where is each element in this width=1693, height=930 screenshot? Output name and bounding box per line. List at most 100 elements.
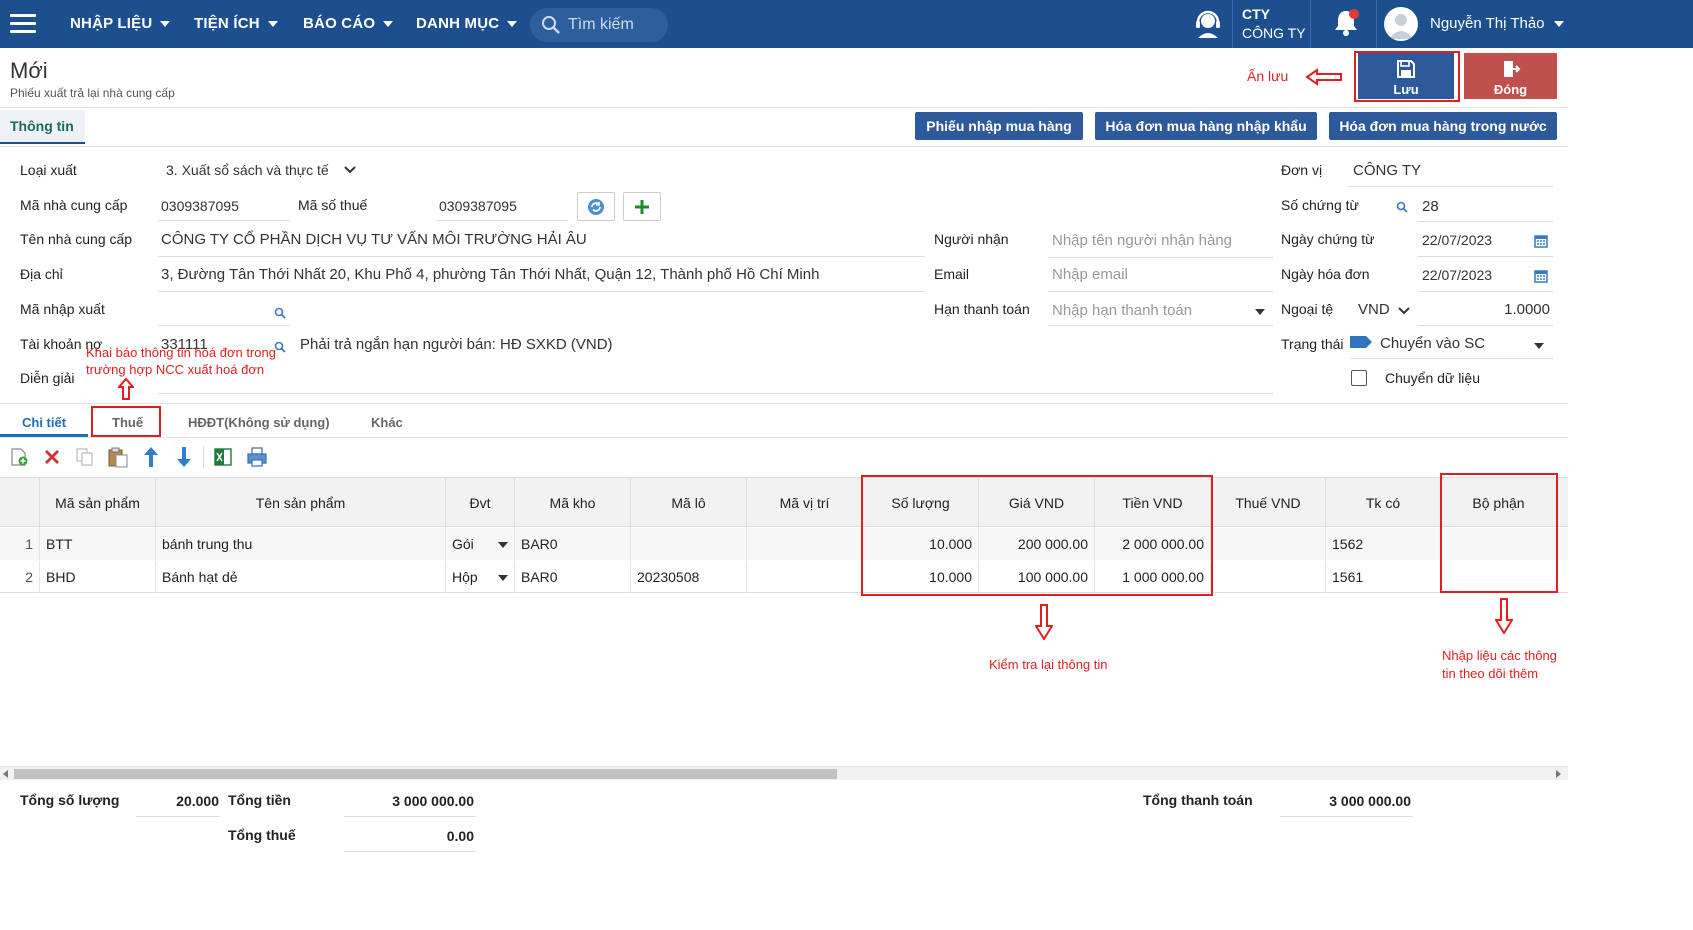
grid-header: Mã sản phẩm Tên sản phẩm Đvt Mã kho Mã l… <box>0 477 1568 528</box>
excel-icon[interactable] <box>213 447 233 467</box>
cell-ma-vi-tri[interactable] <box>747 528 863 560</box>
chevron-down-icon <box>383 21 394 28</box>
cell-ma-vi-tri[interactable] <box>747 561 863 593</box>
col-header-tk-co[interactable]: Tk có <box>1326 478 1441 528</box>
cell-dvt[interactable]: Hộp <box>446 561 515 593</box>
cell-tk-co[interactable]: 1562 <box>1326 528 1441 560</box>
company-name[interactable]: CÔNG TY <box>1242 25 1306 41</box>
close-button-label: Đóng <box>1493 82 1528 97</box>
ngay-hoa-don-input[interactable]: 22/07/2023 <box>1422 267 1492 283</box>
phieu-nhap-mua-hang-button[interactable]: Phiếu nhập mua hàng <box>915 112 1083 140</box>
ngay-chung-tu-input[interactable]: 22/07/2023 <box>1422 232 1492 248</box>
add-row-icon[interactable] <box>9 447 29 467</box>
annotation-check-note: Kiểm tra lại thông tin <box>989 657 1108 672</box>
col-header-thue-vnd[interactable]: Thuế VND <box>1211 478 1326 528</box>
tab-chi-tiet[interactable]: Chi tiết <box>22 415 66 430</box>
page-subtitle: Phiếu xuất trả lại nhà cung cấp <box>10 86 175 100</box>
add-supplier-button[interactable] <box>623 192 661 221</box>
calendar-icon[interactable] <box>1534 234 1548 248</box>
annotation-arrow-down-icon <box>1495 598 1513 634</box>
table-row[interactable]: 1 BTT bánh trung thu Gói BAR0 10.000 200… <box>0 528 1568 560</box>
user-menu[interactable]: Nguyễn Thị Thảo <box>1430 15 1564 32</box>
nav-menu-bao-cao[interactable]: BÁO CÁO <box>303 15 394 32</box>
nguoi-nhan-label: Người nhận <box>934 231 1009 247</box>
status-tag-icon <box>1350 336 1372 348</box>
tab-thong-tin[interactable]: Thông tin <box>0 110 85 144</box>
annotation-thue-note: Khai báo thông tin hoá đơn trong trường … <box>86 345 276 377</box>
tab-khac[interactable]: Khác <box>371 415 403 430</box>
cell-ma-lo[interactable] <box>631 528 747 560</box>
nav-menu-danh-muc[interactable]: DANH MỤC <box>416 15 518 32</box>
ty-gia-input[interactable]: 1.0000 <box>1422 301 1550 318</box>
chuyen-du-lieu-checkbox[interactable] <box>1351 370 1367 386</box>
tong-thue-value: 0.00 <box>446 828 474 844</box>
col-header-ma-kho[interactable]: Mã kho <box>515 478 631 528</box>
ma-ncc-input[interactable]: 0309387095 <box>161 198 239 214</box>
calendar-icon[interactable] <box>1534 269 1548 283</box>
cell-ma-san-pham[interactable]: BTT <box>40 528 156 560</box>
hoa-don-trong-nuoc-button[interactable]: Hóa đơn mua hàng trong nước <box>1329 112 1557 140</box>
cell-ma-kho[interactable]: BAR0 <box>515 561 631 593</box>
annotation-highlight-thue <box>91 406 161 437</box>
so-chung-tu-label: Số chứng từ <box>1281 197 1359 213</box>
col-header-ten-san-pham[interactable]: Tên sản phẩm <box>156 478 446 528</box>
copy-icon[interactable] <box>75 447 95 467</box>
tab-hddt[interactable]: HĐĐT(Không sử dụng) <box>188 415 330 430</box>
search-input[interactable] <box>568 16 663 34</box>
col-header-dvt[interactable]: Đvt <box>446 478 515 528</box>
cell-ma-lo[interactable]: 20230508 <box>631 561 747 593</box>
scroll-left-icon[interactable] <box>3 770 8 778</box>
hamburger-menu-icon[interactable] <box>10 14 36 34</box>
han-thanh-toan-select[interactable]: Nhập hạn thanh toán <box>1048 298 1273 326</box>
cell-ma-kho[interactable]: BAR0 <box>515 528 631 560</box>
move-up-icon[interactable] <box>142 446 160 468</box>
tong-thanh-toan-label: Tổng thanh toán <box>1143 792 1253 808</box>
avatar[interactable] <box>1384 7 1418 41</box>
cell-thue-vnd[interactable] <box>1211 528 1326 560</box>
move-down-icon[interactable] <box>175 446 193 468</box>
ma-so-thue-label: Mã số thuế <box>298 197 368 213</box>
chevron-down-icon <box>507 21 518 28</box>
col-header-ma-vi-tri[interactable]: Mã vị trí <box>747 478 863 528</box>
scrollbar-thumb[interactable] <box>14 769 837 779</box>
bell-icon[interactable] <box>1330 8 1362 38</box>
cell-thue-vnd[interactable] <box>1211 561 1326 593</box>
cell-dvt[interactable]: Gói <box>446 528 515 560</box>
delete-icon[interactable] <box>43 448 61 466</box>
dien-giai-input[interactable] <box>158 368 1273 394</box>
cell-ma-san-pham[interactable]: BHD <box>40 561 156 593</box>
chuyen-du-lieu-label: Chuyển dữ liệu <box>1385 370 1480 386</box>
horizontal-scrollbar[interactable] <box>0 766 1568 780</box>
chevron-down-icon <box>1553 21 1564 28</box>
ten-ncc-input[interactable]: CÔNG TY CỔ PHẦN DỊCH VỤ TƯ VẤN MÔI TRƯỜN… <box>161 231 587 248</box>
paste-icon[interactable] <box>107 446 129 468</box>
nav-menu-nhap-lieu[interactable]: NHẬP LIỆU <box>70 15 171 32</box>
support-agent-icon[interactable] <box>1192 8 1224 40</box>
nguoi-nhan-input[interactable]: Nhập tên người nhận hàng <box>1052 232 1232 249</box>
col-header-ma-lo[interactable]: Mã lô <box>631 478 747 528</box>
nav-menu-tien-ich[interactable]: TIỆN ÍCH <box>194 15 278 32</box>
trang-thai-select[interactable]: Chuyển vào SC <box>1350 333 1553 359</box>
cell-ten-san-pham[interactable]: bánh trung thu <box>156 528 446 560</box>
loai-xuat-select[interactable]: 3. Xuất sổ sách và thực tế <box>160 158 360 184</box>
cell-ten-san-pham[interactable]: Bánh hạt dẻ <box>156 561 446 593</box>
ma-nhap-xuat-input[interactable] <box>158 300 290 326</box>
search-icon[interactable] <box>1396 201 1408 213</box>
search-box <box>530 8 668 42</box>
tong-thue-label: Tổng thuế <box>228 827 296 843</box>
cell-tk-co[interactable]: 1561 <box>1326 561 1441 593</box>
ngoai-te-select[interactable]: VND <box>1352 298 1414 324</box>
print-icon[interactable] <box>246 446 268 468</box>
refresh-button[interactable] <box>577 192 615 221</box>
dia-chi-input[interactable]: 3, Đường Tân Thới Nhất 20, Khu Phố 4, ph… <box>161 266 819 283</box>
ma-so-thue-input[interactable]: 0309387095 <box>439 198 517 214</box>
tong-tien-label: Tổng tiền <box>228 792 291 808</box>
table-row[interactable]: 2 BHD Bánh hạt dẻ Hộp BAR0 20230508 10.0… <box>0 561 1568 593</box>
don-vi-value[interactable]: CÔNG TY <box>1353 162 1421 179</box>
email-input[interactable]: Nhập email <box>1052 266 1128 283</box>
col-header-ma-san-pham[interactable]: Mã sản phẩm <box>40 478 156 528</box>
close-button[interactable]: Đóng <box>1464 53 1557 99</box>
hoa-don-nhap-khau-button[interactable]: Hóa đơn mua hàng nhập khẩu <box>1095 112 1317 140</box>
scroll-right-icon[interactable] <box>1556 770 1561 778</box>
so-chung-tu-input[interactable]: 28 <box>1422 198 1439 215</box>
